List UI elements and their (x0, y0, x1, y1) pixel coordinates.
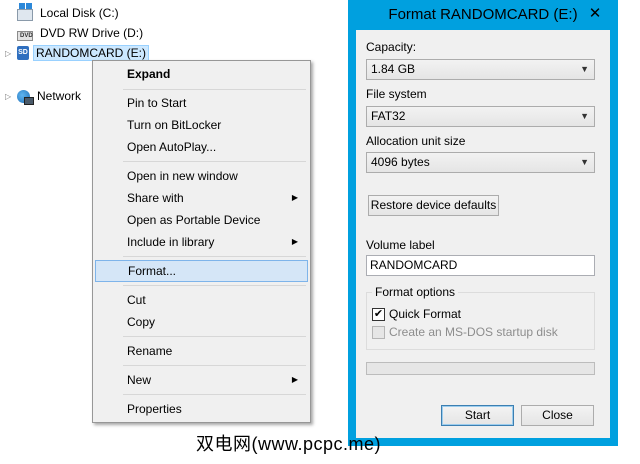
menu-separator (123, 89, 306, 90)
chevron-down-icon: ▼ (580, 157, 589, 167)
volume-label-label: Volume label (366, 238, 435, 252)
submenu-arrow-icon: ▶ (291, 375, 298, 384)
menu-item-rename[interactable]: Rename (95, 340, 308, 362)
menu-item-pin-to-start[interactable]: Pin to Start (95, 92, 308, 114)
dvd-drive-icon: DVD (17, 30, 33, 41)
format-progress-bar (366, 362, 595, 375)
restore-defaults-button[interactable]: Restore device defaults (368, 195, 499, 216)
filesystem-label: File system (366, 87, 427, 101)
allocation-value: 4096 bytes (371, 155, 430, 169)
menu-separator (123, 365, 306, 366)
dialog-body: Capacity: 1.84 GB ▼ File system FAT32 ▼ … (356, 30, 610, 438)
tree-item-dvd-drive[interactable]: DVD DVD RW Drive (D:) (0, 23, 146, 43)
tree-item-network[interactable]: ▷ Network (0, 86, 84, 106)
close-button[interactable]: Close (521, 405, 594, 426)
format-options-label: Format options (372, 285, 459, 299)
quick-format-checkbox[interactable]: ✔ Quick Format (372, 307, 461, 321)
format-dialog: Format RANDOMCARD (E:) ✕ Capacity: 1.84 … (348, 0, 618, 446)
menu-item-cut[interactable]: Cut (95, 289, 308, 311)
checkbox-empty-icon (372, 325, 385, 339)
tree-item-label: Network (37, 89, 82, 103)
allocation-label: Allocation unit size (366, 134, 466, 148)
menu-item-include-in-library[interactable]: Include in library ▶ (95, 231, 308, 253)
capacity-select[interactable]: 1.84 GB ▼ (366, 59, 595, 80)
menu-item-open-as-portable-device[interactable]: Open as Portable Device (95, 209, 308, 231)
dialog-title: Format RANDOMCARD (E:) (388, 6, 578, 23)
expand-arrow-icon[interactable]: ▷ (5, 92, 15, 101)
menu-separator (123, 161, 306, 162)
menu-item-turn-on-bitlocker[interactable]: Turn on BitLocker (95, 114, 308, 136)
menu-item-new[interactable]: New ▶ (95, 369, 308, 391)
dvd-icon-text: DVD (20, 32, 33, 39)
submenu-arrow-icon: ▶ (291, 193, 298, 202)
checkmark-icon: ✔ (372, 307, 385, 321)
menu-item-label: New (127, 373, 152, 387)
capacity-value: 1.84 GB (371, 62, 416, 76)
menu-separator (123, 285, 306, 286)
filesystem-select[interactable]: FAT32 ▼ (366, 106, 595, 127)
context-menu: Expand Pin to Start Turn on BitLocker Op… (92, 60, 311, 423)
expand-arrow-icon[interactable]: ▷ (5, 49, 15, 58)
allocation-select[interactable]: 4096 bytes ▼ (366, 152, 595, 173)
network-icon (17, 89, 34, 105)
menu-item-open-autoplay[interactable]: Open AutoPlay... (95, 136, 308, 158)
menu-item-copy[interactable]: Copy (95, 311, 308, 333)
quick-format-label: Quick Format (389, 307, 462, 321)
menu-item-share-with[interactable]: Share with ▶ (95, 187, 308, 209)
sd-card-icon: SD (17, 46, 29, 60)
filesystem-value: FAT32 (371, 109, 406, 123)
menu-item-label: Include in library (127, 235, 215, 249)
tree-item-label: Local Disk (C:) (40, 6, 119, 20)
system-drive-icon (17, 3, 33, 21)
volume-label-input[interactable]: RANDOMCARD (366, 255, 595, 276)
tree-item-label: RANDOMCARD (E:) (33, 45, 149, 61)
menu-item-open-in-new-window[interactable]: Open in new window (95, 165, 308, 187)
capacity-label: Capacity: (366, 40, 417, 54)
menu-item-expand[interactable]: Expand (95, 63, 308, 85)
chevron-down-icon: ▼ (580, 111, 589, 121)
chevron-down-icon: ▼ (580, 64, 589, 74)
menu-separator (123, 394, 306, 395)
tree-item-local-disk[interactable]: Local Disk (C:) (0, 3, 122, 23)
menu-item-label: Share with (127, 191, 184, 205)
format-options-group (366, 292, 595, 350)
msdos-startup-checkbox[interactable]: Create an MS-DOS startup disk (372, 325, 558, 339)
tree-item-label: DVD RW Drive (D:) (40, 26, 144, 40)
menu-separator (123, 256, 306, 257)
menu-item-properties[interactable]: Properties (95, 398, 308, 420)
submenu-arrow-icon: ▶ (291, 237, 298, 246)
watermark: 双电网(www.pcpc.me) (196, 434, 382, 454)
msdos-startup-label: Create an MS-DOS startup disk (389, 325, 558, 339)
close-icon[interactable]: ✕ (586, 4, 604, 22)
menu-item-format[interactable]: Format... (95, 260, 308, 282)
menu-separator (123, 336, 306, 337)
start-button[interactable]: Start (441, 405, 514, 426)
